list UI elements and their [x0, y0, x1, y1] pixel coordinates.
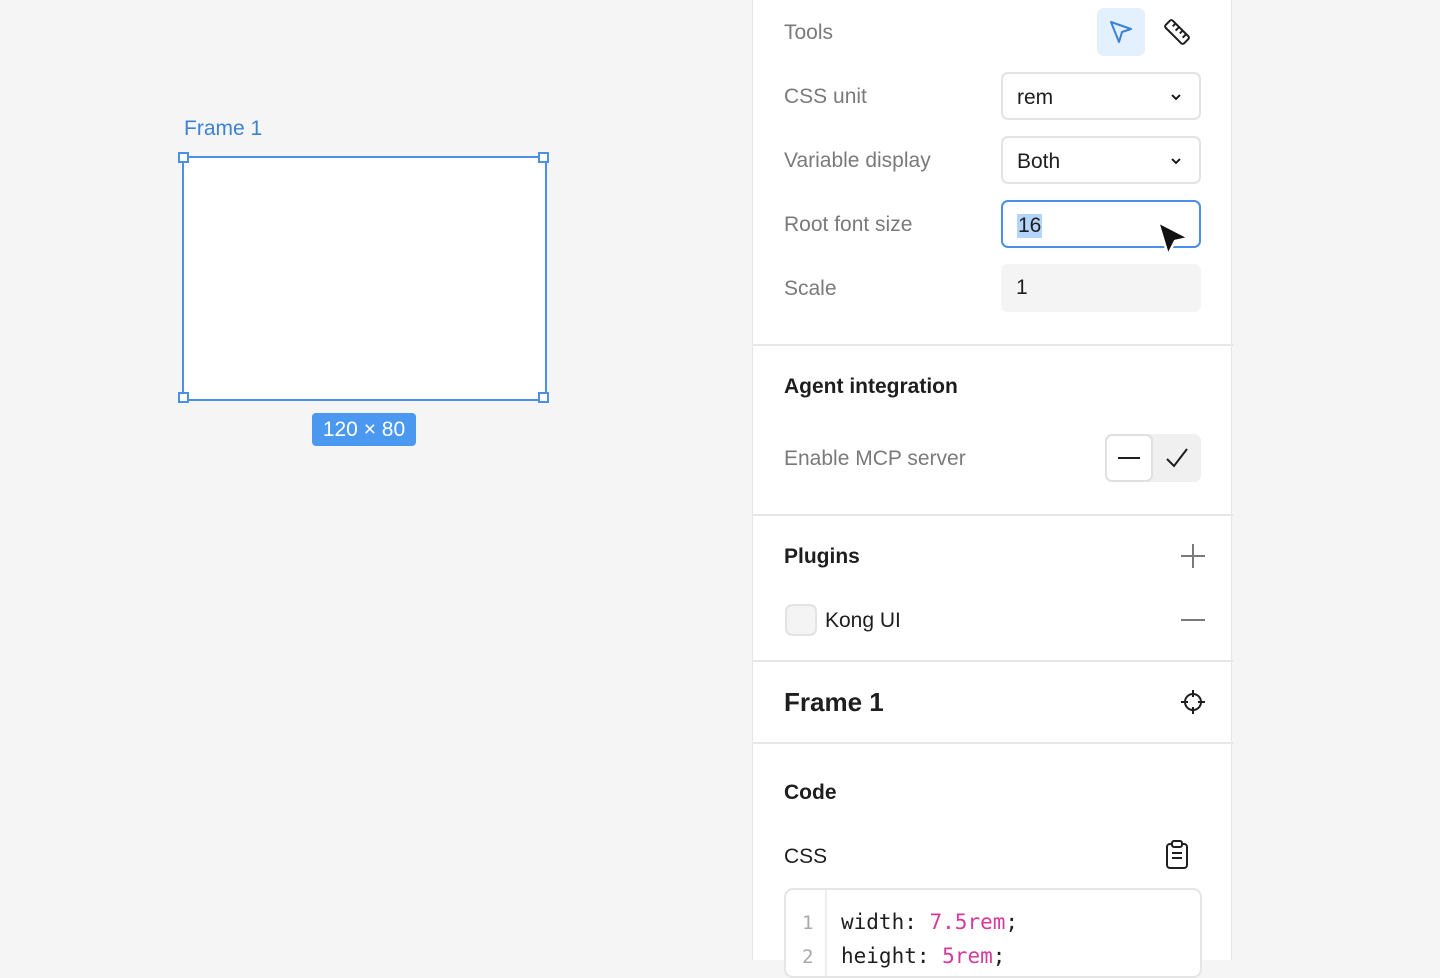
frame-title: Frame 1 — [784, 687, 884, 717]
minus-icon — [1118, 457, 1140, 459]
add-plugin-button[interactable] — [1177, 540, 1209, 572]
css-unit-label: CSS unit — [784, 85, 867, 108]
plugin-checkbox[interactable] — [785, 604, 817, 636]
plugin-name: Kong UI — [825, 609, 901, 632]
enable-mcp-label: Enable MCP server — [784, 447, 966, 470]
line-number: 1 — [802, 912, 814, 934]
scale-input[interactable]: 1 — [1001, 264, 1201, 312]
canvas[interactable]: Frame 1 120 × 80 — [0, 0, 752, 960]
code-line: width: 7.5rem; — [841, 910, 1019, 934]
ruler-icon — [1164, 19, 1190, 45]
check-icon — [1166, 448, 1188, 468]
cursor-icon — [1110, 21, 1132, 43]
scale-value: 1 — [1016, 276, 1028, 299]
divider — [753, 742, 1233, 744]
remove-plugin-button[interactable] — [1177, 604, 1209, 636]
chevron-down-icon — [1171, 94, 1181, 101]
plus-icon — [1181, 544, 1205, 568]
divider — [753, 660, 1233, 662]
agent-integration-title: Agent integration — [784, 375, 958, 398]
variable-display-select[interactable]: Both — [1001, 136, 1201, 184]
resize-handle-bottom-right[interactable] — [538, 392, 549, 403]
divider — [753, 514, 1233, 516]
line-number: 2 — [802, 946, 814, 968]
scale-label: Scale — [784, 277, 837, 300]
crosshair-icon — [1181, 690, 1205, 714]
resize-handle-top-right[interactable] — [538, 152, 549, 163]
dimensions-badge: 120 × 80 — [312, 413, 416, 446]
minus-icon — [1181, 619, 1205, 621]
copy-css-button[interactable] — [1161, 839, 1193, 871]
divider — [753, 344, 1233, 346]
css-unit-select[interactable]: rem — [1001, 72, 1201, 120]
code-property: height — [841, 944, 917, 968]
ruler-tool-button[interactable] — [1153, 8, 1201, 56]
resize-handle-bottom-left[interactable] — [178, 392, 189, 403]
code-property: width — [841, 910, 905, 934]
code-value: 5rem — [942, 944, 993, 968]
root-font-size-value: 16 — [1017, 214, 1043, 238]
root-font-size-label: Root font size — [784, 213, 913, 236]
clipboard-icon — [1166, 840, 1188, 869]
plugins-title: Plugins — [784, 545, 860, 568]
mouse-pointer-icon — [1156, 220, 1191, 257]
css-label: CSS — [784, 845, 828, 868]
enable-mcp-toggle[interactable] — [1105, 434, 1201, 482]
chevron-down-icon — [1171, 158, 1181, 165]
code-line: height: 5rem; — [841, 944, 1006, 968]
css-unit-value: rem — [1017, 86, 1054, 109]
locate-frame-button[interactable] — [1177, 686, 1209, 718]
inspector-panel: Tools CSS unit rem Variable display Both… — [752, 0, 1233, 978]
variable-display-label: Variable display — [784, 149, 931, 172]
code-title: Code — [784, 781, 837, 804]
frame-box[interactable] — [182, 156, 547, 401]
css-code-block[interactable]: 1 2 width: 7.5rem; height: 5rem; — [784, 888, 1202, 978]
cursor-tool-button[interactable] — [1097, 8, 1145, 56]
tools-label: Tools — [784, 21, 834, 44]
variable-display-value: Both — [1017, 150, 1061, 173]
mcp-on-option[interactable] — [1153, 434, 1201, 482]
frame-label[interactable]: Frame 1 — [184, 117, 262, 141]
code-value: 7.5rem — [929, 910, 1006, 934]
mcp-off-option[interactable] — [1105, 434, 1153, 482]
resize-handle-top-left[interactable] — [178, 152, 189, 163]
